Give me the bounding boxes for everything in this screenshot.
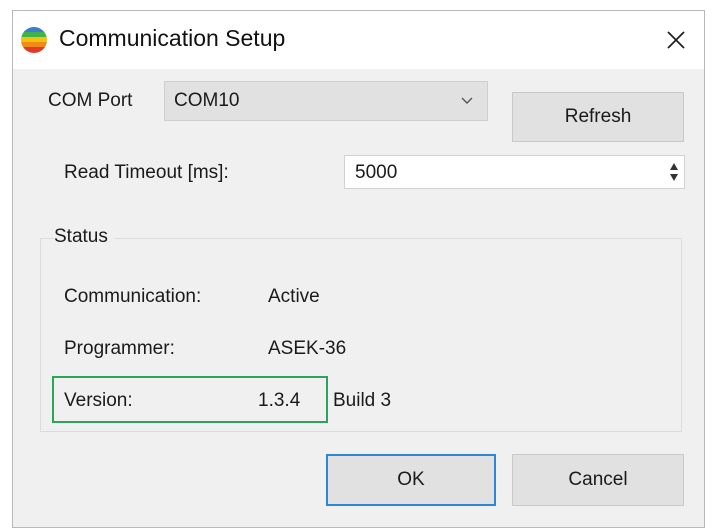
programmer-label: Programmer: <box>64 338 175 359</box>
cancel-button[interactable]: Cancel <box>512 454 684 506</box>
refresh-button[interactable]: Refresh <box>512 92 684 142</box>
com-port-selected-value: COM10 <box>174 90 240 111</box>
build-value: Build 3 <box>333 390 392 411</box>
close-button[interactable] <box>648 11 704 69</box>
read-timeout-value: 5000 <box>355 162 398 183</box>
version-value: 1.3.4 <box>258 390 301 411</box>
com-port-select[interactable]: COM10 <box>164 81 488 121</box>
spinner-arrows-icon[interactable] <box>669 162 679 182</box>
communication-value: Active <box>268 286 320 307</box>
chevron-down-icon <box>461 97 473 104</box>
ok-button-label: OK <box>397 469 425 490</box>
version-label: Version: <box>64 390 133 411</box>
refresh-button-label: Refresh <box>564 106 632 127</box>
app-globe-icon <box>21 27 47 53</box>
com-port-label: COM Port <box>48 90 133 111</box>
read-timeout-input[interactable]: 5000 <box>344 155 685 189</box>
dialog-title: Communication Setup <box>59 25 286 51</box>
read-timeout-label: Read Timeout [ms]: <box>64 162 229 183</box>
communication-label: Communication: <box>64 286 202 307</box>
ok-button[interactable]: OK <box>326 454 496 506</box>
cancel-button-label: Cancel <box>568 469 628 490</box>
title-bar: Communication Setup <box>13 11 704 69</box>
programmer-value: ASEK-36 <box>268 338 347 359</box>
status-group-label: Status <box>54 226 114 248</box>
close-icon <box>667 31 685 49</box>
